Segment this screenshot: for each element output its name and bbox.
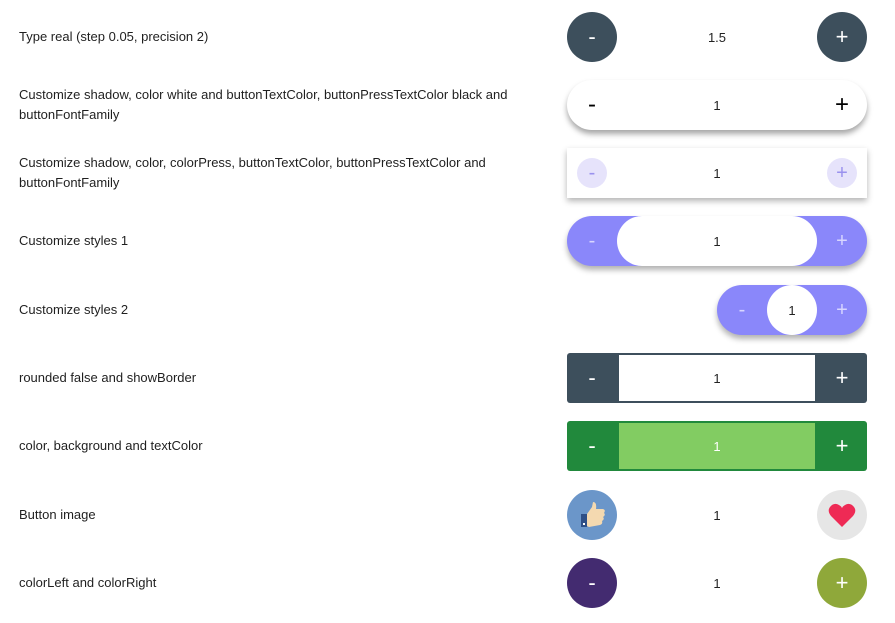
- stepper-value[interactable]: 1: [619, 355, 815, 401]
- decrement-button[interactable]: -: [567, 80, 617, 130]
- increment-button[interactable]: +: [817, 558, 867, 608]
- decrement-button[interactable]: -: [567, 12, 617, 62]
- stepper-value[interactable]: 1: [617, 490, 817, 540]
- plus-circle: +: [827, 158, 857, 188]
- row-color-left-right: colorLeft and colorRight - 1 +: [0, 558, 895, 608]
- increment-button[interactable]: +: [817, 12, 867, 62]
- decrement-button[interactable]: -: [567, 353, 617, 403]
- numeric-stepper: - 1 +: [717, 285, 867, 335]
- increment-button[interactable]: +: [817, 353, 867, 403]
- numeric-stepper: - 1 +: [567, 353, 867, 403]
- decrement-button[interactable]: -: [567, 421, 617, 471]
- stepper-value[interactable]: 1: [767, 285, 817, 335]
- row-label: Type real (step 0.05, precision 2): [19, 29, 209, 44]
- increment-button[interactable]: +: [817, 285, 867, 335]
- thumbs-up-icon: [581, 502, 605, 527]
- row-label: Customize shadow, color, colorPress, but…: [19, 155, 486, 190]
- row-label: rounded false and showBorder: [19, 370, 197, 385]
- row-customize-shadow-color-press: Customize shadow, color, colorPress, but…: [0, 148, 895, 198]
- row-label: color, background and textColor: [19, 438, 203, 453]
- row-label: colorLeft and colorRight: [19, 575, 157, 590]
- decrement-button[interactable]: -: [567, 148, 617, 198]
- row-button-image: Button image 1: [0, 490, 895, 540]
- increment-button[interactable]: +: [817, 216, 867, 266]
- heart-icon: [828, 503, 856, 527]
- row-label: Customize shadow, color white and button…: [19, 87, 508, 122]
- numeric-stepper: - 1 +: [567, 216, 867, 266]
- row-label: Customize styles 1: [19, 233, 129, 248]
- row-label: Customize styles 2: [19, 302, 129, 317]
- decrement-button[interactable]: -: [717, 285, 767, 335]
- row-type-real: Type real (step 0.05, precision 2) - 1.5…: [0, 12, 895, 62]
- stepper-value[interactable]: 1: [617, 558, 817, 608]
- increment-button[interactable]: +: [817, 148, 867, 198]
- numeric-stepper: - 1 +: [567, 148, 867, 198]
- increment-button[interactable]: +: [817, 421, 867, 471]
- stepper-value[interactable]: 1: [617, 216, 817, 266]
- numeric-stepper: - 1 +: [567, 80, 867, 130]
- stepper-value[interactable]: 1: [617, 80, 817, 130]
- numeric-stepper: 1: [567, 490, 867, 540]
- numeric-stepper: - 1 +: [567, 558, 867, 608]
- row-label: Button image: [19, 507, 96, 522]
- numeric-stepper: - 1 +: [567, 421, 867, 471]
- stepper-value[interactable]: 1: [619, 423, 815, 469]
- row-customize-styles-2: Customize styles 2 - 1 +: [0, 285, 895, 335]
- stepper-value[interactable]: 1: [617, 148, 817, 198]
- row-color-background: color, background and textColor - 1 +: [0, 421, 895, 471]
- decrement-button[interactable]: -: [567, 558, 617, 608]
- row-customize-styles-1: Customize styles 1 - 1 +: [0, 216, 895, 266]
- stepper-value[interactable]: 1.5: [617, 12, 817, 62]
- decrement-button[interactable]: -: [567, 216, 617, 266]
- decrement-button[interactable]: [567, 490, 617, 540]
- minus-circle: -: [577, 158, 607, 188]
- numeric-stepper: - 1.5 +: [567, 12, 867, 62]
- increment-button[interactable]: [817, 490, 867, 540]
- row-rounded-false: rounded false and showBorder - 1 +: [0, 353, 895, 403]
- row-customize-shadow-white: Customize shadow, color white and button…: [0, 80, 895, 130]
- increment-button[interactable]: +: [817, 80, 867, 130]
